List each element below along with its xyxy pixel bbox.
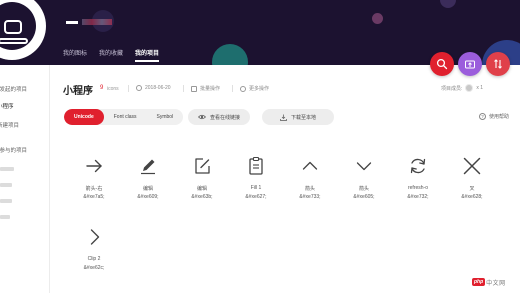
pencil-icon: [141, 159, 155, 175]
decor-circle: [212, 44, 248, 65]
more-action-label: 更多操作: [249, 86, 270, 92]
icon-card[interactable]: 编辑 &#xe63b;: [175, 155, 229, 215]
batch-icon: [191, 85, 197, 92]
eye-icon: [197, 114, 206, 120]
download-label: 下载至本地: [290, 114, 316, 121]
members-count: x 1: [476, 85, 484, 91]
sidebar-item-obscured[interactable]: [0, 167, 14, 171]
tab-my-collections[interactable]: 我的收藏: [99, 48, 123, 62]
chevron-down-icon: [356, 162, 372, 171]
download-icon: [280, 114, 287, 121]
project-title: 小程序: [63, 86, 93, 97]
icon-card[interactable]: 箭头-右 &#xe7a5;: [67, 155, 121, 215]
view-online-label: 查看在线链接: [209, 114, 240, 121]
project-members[interactable]: 项目成员: x 1: [441, 84, 483, 92]
bulk-action[interactable]: 批量操作: [183, 85, 221, 92]
clock-icon: [136, 85, 142, 91]
watermark-badge: php: [472, 278, 486, 286]
icon-name: Fill 1: [250, 185, 262, 191]
icon-name: 编辑: [196, 186, 207, 192]
project-date: 2018-06-20: [128, 85, 171, 92]
tab-font-class[interactable]: Font class: [104, 109, 147, 125]
sidebar-section-joined: 我参与的项目: [0, 148, 28, 154]
sort-button[interactable]: [486, 52, 510, 76]
upload-button[interactable]: [458, 52, 482, 76]
bulk-action-label: 批量操作: [200, 86, 221, 92]
icon-card[interactable]: 编辑 &#xe609;: [121, 155, 175, 215]
search-icon: [436, 58, 448, 70]
tab-symbol[interactable]: Symbol: [147, 109, 184, 125]
chevron-up-icon: [302, 161, 318, 170]
account-tabs: 我的图标 我的收藏 我的项目: [63, 48, 160, 62]
help-label: 使用帮助: [489, 114, 510, 120]
sidebar-item-obscured[interactable]: [0, 215, 10, 219]
icon-name: 箭头: [358, 186, 369, 192]
icon-code: &#xe609;: [137, 194, 159, 200]
icon-code: &#xe605;: [353, 194, 375, 200]
sidebar-section-created: 我发起的项目: [0, 87, 28, 93]
icon-count-unit: icons: [107, 86, 119, 92]
font-type-switch: Unicode Font class Symbol: [64, 109, 184, 125]
sidebar-item-obscured[interactable]: [0, 199, 12, 203]
chevron-right-icon: [90, 229, 100, 245]
help-link[interactable]: ? 使用帮助: [479, 113, 509, 120]
sidebar-add-project[interactable]: 新建项目: [0, 121, 19, 129]
watermark-text: 中文网: [486, 280, 506, 287]
sidebar-item-obscured[interactable]: [0, 183, 12, 187]
members-label: 项目成员:: [441, 85, 463, 92]
icon-name: 箭头-右: [85, 186, 103, 192]
icon-card[interactable]: Clip 2 &#xe62c;: [67, 226, 121, 286]
icon-code: &#xe628;: [461, 194, 483, 200]
tab-unicode[interactable]: Unicode: [64, 109, 104, 125]
icon-card[interactable]: Fill 1 &#xe627;: [229, 155, 283, 215]
icon-code: &#xe62c;: [83, 265, 105, 271]
icon-name: 叉: [469, 186, 475, 192]
icon-code: &#xe63b;: [191, 194, 213, 200]
icon-name: Clip 2: [87, 256, 101, 262]
tab-my-projects[interactable]: 我的项目: [135, 48, 160, 62]
username-obscured: [66, 16, 112, 28]
robot-icon: [4, 20, 22, 34]
tab-my-icons[interactable]: 我的图标: [63, 48, 87, 62]
search-button[interactable]: [430, 52, 454, 76]
decor-circle: [440, 0, 456, 8]
project-date-text: 2018-06-20: [145, 85, 171, 91]
icon-card[interactable]: 箭头 &#xe605;: [337, 155, 391, 215]
icon-card[interactable]: 箭头 &#xe733;: [283, 155, 337, 215]
site-watermark: php 中文网: [472, 276, 506, 288]
decor-circle: [372, 13, 383, 24]
icon-code: &#xe627;: [245, 194, 267, 200]
icon-count: 9: [100, 85, 104, 91]
icon-card[interactable]: 叉 &#xe628;: [445, 155, 499, 215]
icon-name: 箭头: [304, 186, 315, 192]
more-icon: [240, 85, 246, 92]
upload-icon: [465, 60, 475, 69]
member-avatar: [465, 84, 474, 92]
arrow-right-icon: [86, 159, 102, 173]
more-action[interactable]: 更多操作: [232, 85, 270, 92]
close-icon: [463, 157, 481, 175]
icon-name: refresh-o: [407, 185, 428, 191]
help-icon: ?: [479, 113, 486, 120]
icon-code: &#xe732;: [407, 194, 429, 200]
clipboard-icon: [249, 156, 263, 175]
refresh-icon: [410, 158, 426, 174]
icon-card[interactable]: refresh-o &#xe732;: [391, 155, 445, 215]
icon-name: 编辑: [142, 186, 153, 192]
view-online-link-button[interactable]: 查看在线链接: [188, 109, 250, 125]
icon-code: &#xe7a5;: [83, 194, 105, 200]
sort-arrows-icon: [494, 59, 502, 69]
edit-square-icon: [195, 158, 210, 174]
user-avatar[interactable]: [0, 0, 46, 60]
download-button[interactable]: 下载至本地: [262, 109, 334, 125]
sidebar-item-project[interactable]: 小程序: [0, 102, 14, 110]
icon-code: &#xe733;: [299, 194, 321, 200]
project-sidebar: 我发起的项目 小程序 新建项目 我参与的项目: [0, 65, 50, 293]
